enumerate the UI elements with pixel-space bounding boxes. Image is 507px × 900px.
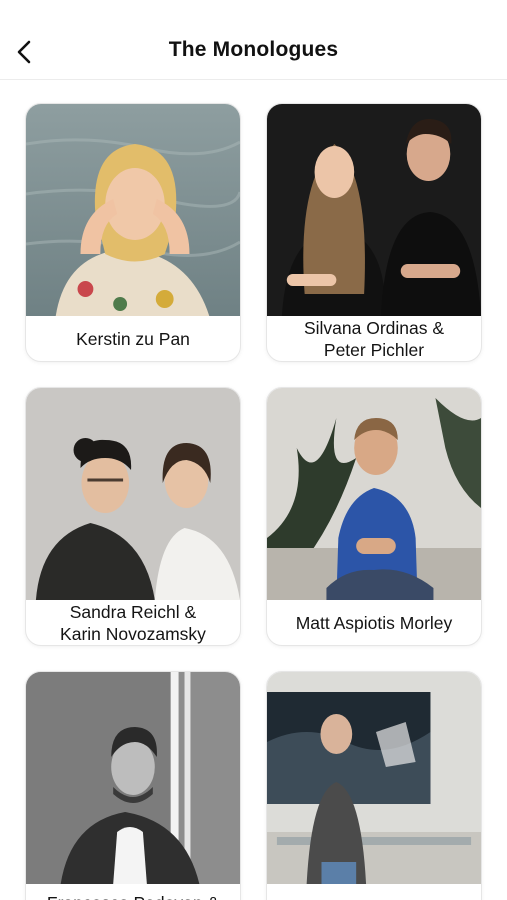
- top-bar: The Monologues: [0, 0, 507, 80]
- portrait-photo: [267, 388, 481, 600]
- card-name: Francesco Padovan &: [32, 884, 234, 900]
- monologue-card-francesco[interactable]: Francesco Padovan &: [25, 671, 241, 900]
- portrait-photo: [26, 104, 240, 316]
- portrait-photo: [267, 672, 481, 884]
- card-name: Sandra Reichl & Karin Novozamsky: [60, 601, 206, 644]
- card-name: Kerstin zu Pan: [76, 328, 190, 349]
- monologue-card-matt[interactable]: Matt Aspiotis Morley: [266, 387, 482, 646]
- monologue-card-sandra-karin[interactable]: Sandra Reichl & Karin Novozamsky: [25, 387, 241, 646]
- card-name: [273, 884, 475, 900]
- card-name: Matt Aspiotis Morley: [295, 612, 453, 633]
- card-name: Silvana Ordinas & Peter Pichler: [303, 317, 445, 360]
- portrait-photo: [26, 672, 240, 884]
- monologues-grid: Kerstin zu Pan Silvana Ordinas & Peter P…: [0, 81, 507, 900]
- page-title: The Monologues: [168, 38, 339, 61]
- portrait-photo: [267, 104, 481, 316]
- monologue-card-kerstin[interactable]: Kerstin zu Pan: [25, 103, 241, 362]
- portrait-photo: [26, 388, 240, 600]
- monologue-card-6[interactable]: [266, 671, 482, 900]
- monologue-card-silvana-peter[interactable]: Silvana Ordinas & Peter Pichler: [266, 103, 482, 362]
